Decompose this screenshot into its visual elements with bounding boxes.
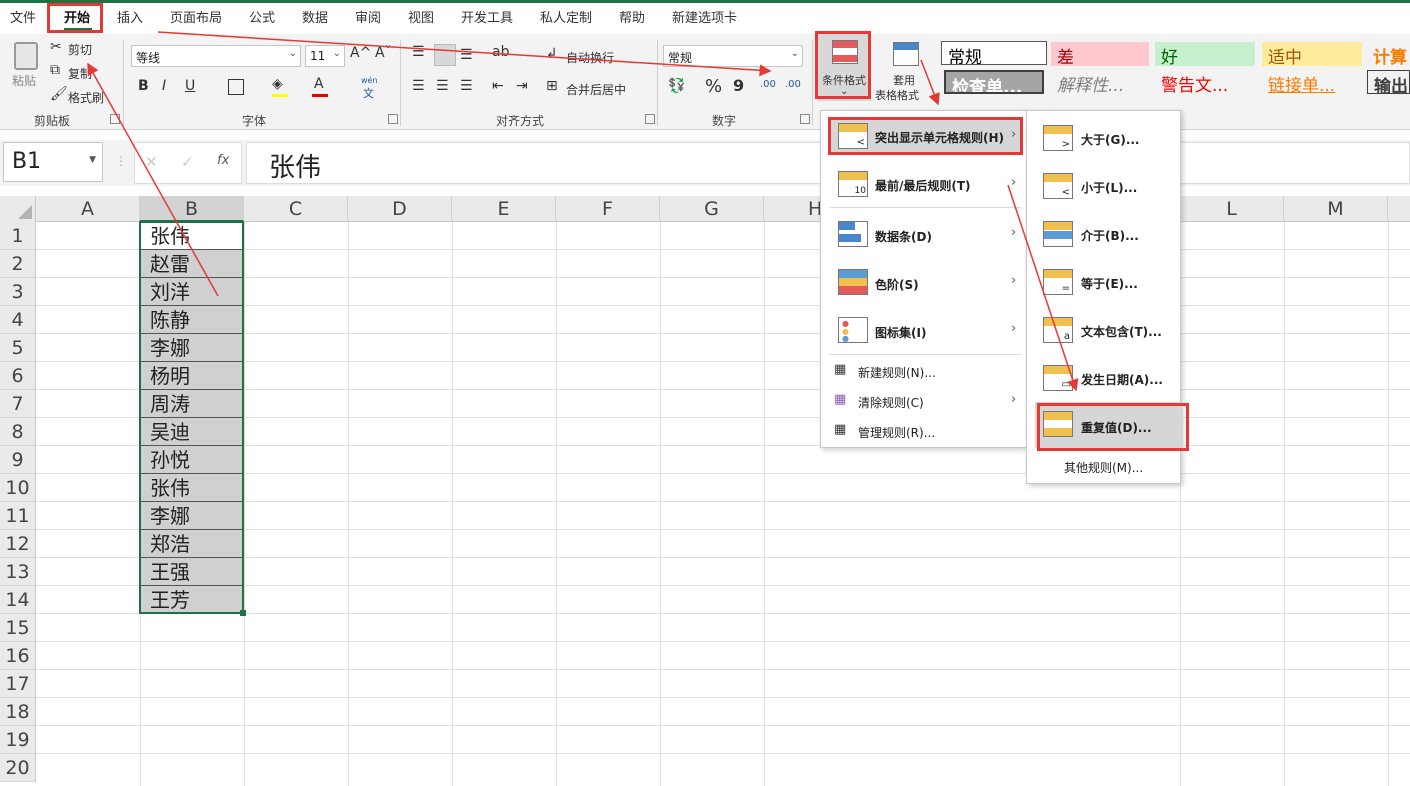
annotation-arrow xyxy=(157,31,772,77)
annotation-arrow xyxy=(1007,184,1079,392)
annotation-arrow xyxy=(87,62,219,297)
annotation-arrows xyxy=(87,31,1079,392)
annotation-arrow xyxy=(920,59,940,106)
